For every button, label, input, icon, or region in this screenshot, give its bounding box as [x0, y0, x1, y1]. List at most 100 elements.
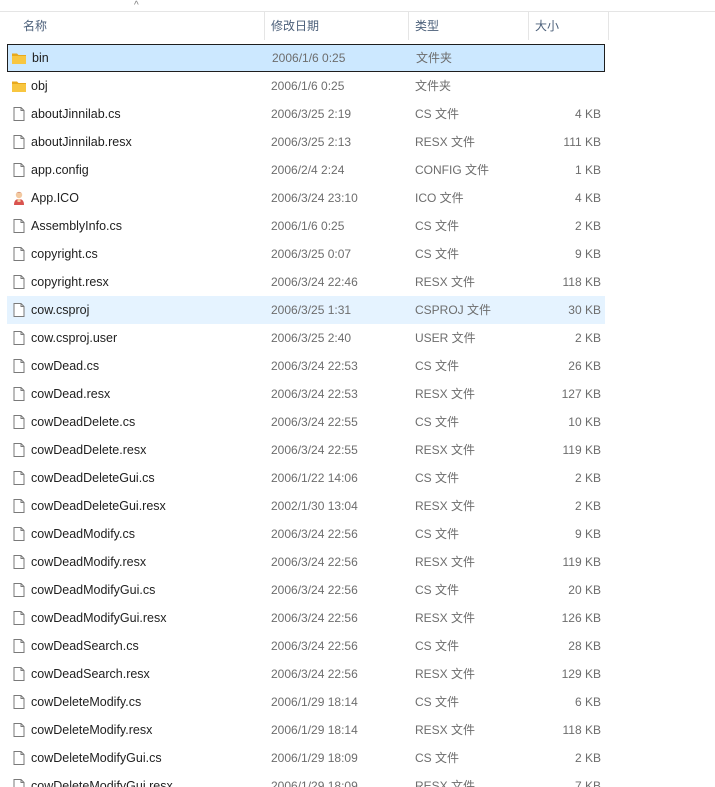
file-size: 9 KB [574, 247, 601, 261]
column-header-size[interactable]: 大小 [529, 12, 609, 40]
file-size: 2 KB [574, 331, 601, 345]
file-size: 7 KB [574, 779, 601, 787]
file-type: RESX 文件 [415, 275, 476, 289]
file-type: CS 文件 [415, 639, 460, 653]
file-row[interactable]: cowDeadModify.cs 2006/3/24 22:56 CS 文件 9 KB [7, 520, 605, 548]
file-row[interactable]: cowDeadDelete.resx 2006/3/24 22:55 RESX 文件… [7, 436, 605, 464]
file-size: 1 KB [574, 163, 601, 177]
file-row[interactable]: App.ICO 2006/3/24 23:10 ICO 文件 4 KB [7, 184, 605, 212]
file-name: cowDeadSearch.cs [31, 639, 139, 653]
file-icon [13, 331, 25, 345]
file-row[interactable]: copyright.cs 2006/3/25 0:07 CS 文件 9 KB [7, 240, 605, 268]
file-name: cowDeadSearch.resx [31, 667, 150, 681]
file-type: RESX 文件 [415, 135, 476, 149]
file-type: CS 文件 [415, 359, 460, 373]
file-row[interactable]: cowDeadDelete.cs 2006/3/24 22:55 CS 文件 10 K… [7, 408, 605, 436]
file-date: 2006/1/29 18:14 [271, 695, 358, 709]
file-date: 2006/3/24 22:56 [271, 667, 358, 681]
file-row[interactable]: cowDead.cs 2006/3/24 22:53 CS 文件 26 KB [7, 352, 605, 380]
file-icon [13, 415, 25, 429]
column-header-type[interactable]: 类型 [409, 12, 529, 40]
file-date: 2006/1/6 0:25 [271, 219, 345, 233]
file-row[interactable]: cowDeadDeleteGui.resx 2002/1/30 13:04 RESX… [7, 492, 605, 520]
file-date: 2006/3/25 1:31 [271, 303, 352, 317]
file-explorer: ^ 名称 修改日期 类型 大小 bin 2006/1/6 0:25 文件夹 obj 20… [0, 0, 715, 787]
file-date: 2002/1/30 13:04 [271, 499, 358, 513]
file-icon [13, 219, 25, 233]
file-size: 10 KB [568, 415, 601, 429]
file-type: RESX 文件 [415, 779, 476, 787]
file-icon [13, 499, 25, 513]
file-date: 2006/3/25 2:19 [271, 107, 352, 121]
file-size: 2 KB [574, 751, 601, 765]
file-name: aboutJinnilab.resx [31, 135, 132, 149]
file-name: copyright.cs [31, 247, 98, 261]
column-header: ^ 名称 修改日期 类型 大小 [0, 1, 609, 40]
file-row[interactable]: cowDeadModifyGui.cs 2006/3/24 22:56 CS 文件 2… [7, 576, 605, 604]
file-row[interactable]: app.config 2006/2/4 2:24 CONFIG 文件 1 KB [7, 156, 605, 184]
file-row[interactable]: obj 2006/1/6 0:25 文件夹 [7, 72, 605, 100]
file-row[interactable]: cowDeadSearch.cs 2006/3/24 22:56 CS 文件 28 K… [7, 632, 605, 660]
file-type: CS 文件 [415, 527, 460, 541]
file-type: RESX 文件 [415, 667, 476, 681]
sort-ascending-icon: ^ [134, 0, 139, 11]
file-row[interactable]: aboutJinnilab.cs 2006/3/25 2:19 CS 文件 4 KB [7, 100, 605, 128]
file-size: 9 KB [574, 527, 601, 541]
file-size: 2 KB [574, 471, 601, 485]
file-icon [13, 611, 25, 625]
file-size: 118 KB [562, 723, 601, 737]
file-date: 2006/3/24 23:10 [271, 191, 358, 205]
file-row[interactable]: cow.csproj.user 2006/3/25 2:40 USER 文件 2 KB [7, 324, 605, 352]
column-header-type-label: 类型 [415, 19, 440, 33]
file-row[interactable]: cowDeadDeleteGui.cs 2006/1/22 14:06 CS 文件 2… [7, 464, 605, 492]
file-type: CS 文件 [415, 107, 460, 121]
file-type: RESX 文件 [415, 443, 476, 457]
file-row[interactable]: bin 2006/1/6 0:25 文件夹 [7, 44, 605, 72]
file-row[interactable]: aboutJinnilab.resx 2006/3/25 2:13 RESX 文件 1… [7, 128, 605, 156]
file-row[interactable]: AssemblyInfo.cs 2006/1/6 0:25 CS 文件 2 KB [7, 212, 605, 240]
file-date: 2006/1/6 0:25 [271, 79, 345, 93]
file-icon [13, 163, 25, 177]
file-date: 2006/1/29 18:14 [271, 723, 358, 737]
file-size [529, 72, 601, 100]
file-icon [13, 555, 25, 569]
file-name: cowDeadDeleteGui.resx [31, 499, 166, 513]
file-type: CS 文件 [415, 751, 460, 765]
file-type: ICO 文件 [415, 191, 464, 205]
file-name: cowDeadModifyGui.cs [31, 583, 156, 597]
file-icon [13, 639, 25, 653]
file-date: 2006/3/24 22:53 [271, 359, 358, 373]
file-size: 4 KB [574, 107, 601, 121]
file-name: cowDeadDelete.resx [31, 443, 147, 457]
file-name: cowDeadModify.cs [31, 527, 135, 541]
file-type: RESX 文件 [415, 387, 476, 401]
file-name: cowDeadDelete.cs [31, 415, 136, 429]
file-icon [13, 359, 25, 373]
file-size: 2 KB [574, 499, 601, 513]
file-icon [13, 387, 25, 401]
file-type: CS 文件 [415, 695, 460, 709]
file-row[interactable]: cowDeleteModifyGui.resx 2006/1/29 18:09 RE… [7, 772, 605, 787]
file-date: 2006/3/24 22:53 [271, 387, 358, 401]
file-row[interactable]: cowDead.resx 2006/3/24 22:53 RESX 文件 127 KB [7, 380, 605, 408]
file-name: cowDeleteModifyGui.cs [31, 751, 162, 765]
column-header-date[interactable]: 修改日期 [265, 12, 409, 40]
file-row[interactable]: cowDeleteModifyGui.cs 2006/1/29 18:09 CS 文… [7, 744, 605, 772]
file-icon [13, 275, 25, 289]
file-icon [13, 723, 25, 737]
file-type: RESX 文件 [415, 723, 476, 737]
file-date: 2006/3/24 22:46 [271, 275, 358, 289]
file-row[interactable]: cowDeadModify.resx 2006/3/24 22:56 RESX 文件… [7, 548, 605, 576]
file-date: 2006/3/25 2:13 [271, 135, 352, 149]
file-row[interactable]: cowDeadModifyGui.resx 2006/3/24 22:56 RESX… [7, 604, 605, 632]
file-name: copyright.resx [31, 275, 109, 289]
file-icon [13, 751, 25, 765]
file-row[interactable]: cowDeadSearch.resx 2006/3/24 22:56 RESX 文件… [7, 660, 605, 688]
file-row[interactable]: cow.csproj 2006/3/25 1:31 CSPROJ 文件 30 KB [7, 296, 605, 324]
file-type: CONFIG 文件 [415, 163, 489, 177]
file-row[interactable]: cowDeleteModify.cs 2006/1/29 18:14 CS 文件 6 … [7, 688, 605, 716]
file-row[interactable]: cowDeleteModify.resx 2006/1/29 18:14 RESX … [7, 716, 605, 744]
file-list: bin 2006/1/6 0:25 文件夹 obj 2006/1/6 0:25 文件夹 ab… [7, 44, 605, 787]
column-header-name[interactable]: ^ 名称 [0, 1, 265, 40]
file-row[interactable]: copyright.resx 2006/3/24 22:46 RESX 文件 118 … [7, 268, 605, 296]
